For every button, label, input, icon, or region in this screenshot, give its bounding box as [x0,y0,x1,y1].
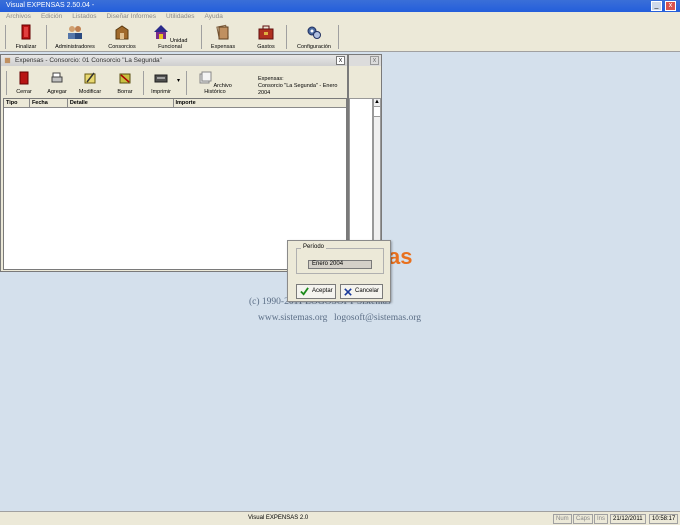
watermark-logo: as [388,244,413,269]
configuracion-button[interactable]: Configuración [296,24,332,50]
menu-bar: Archivos Edición Listados Diseñar Inform… [0,12,680,22]
expensas-window-close-button[interactable]: x [336,56,345,65]
menu-utilidades[interactable]: Utilidades [166,12,195,22]
watermark-email: logosoft@sistemas.org [334,313,421,323]
column-header-fecha[interactable]: Fecha [30,99,68,107]
finalizar-button[interactable]: Finalizar [14,24,38,50]
menu-disenar-informes[interactable]: Diseñar Informes [106,12,156,22]
expensas-grid-header: Tipo Fecha Detalle Importe [4,99,346,108]
expensas-info: Expensas: Consorcio "La Segunda" - Enero… [258,76,347,97]
toolbar-separator [46,25,47,49]
column-header-tipo[interactable]: Tipo [4,99,30,107]
toolbar-separator [5,25,6,49]
printer-icon [154,74,168,83]
cancelar-button[interactable]: Cancelar [340,284,383,299]
unidad-funcional-button[interactable]: Unidad Funcional [148,24,192,50]
building-icon [115,25,129,40]
app-title: Visual EXPENSAS 2.50.04 - [6,2,95,9]
menu-ayuda[interactable]: Ayuda [205,12,223,22]
column-header-importe[interactable]: Importe [174,99,346,107]
borrar-label: Borrar [117,89,133,95]
cerrar-button[interactable]: Cerrar [13,71,35,95]
administradores-button[interactable]: Administradores [54,24,96,50]
briefcase-icon [258,25,274,40]
cancelar-label: Cancelar [355,288,380,294]
gastos-button[interactable]: Gastos [255,24,277,50]
agregar-button[interactable]: Agregar [46,71,68,95]
scroll-up-arrow-icon[interactable]: ▲ [374,99,380,107]
imprimir-dropdown-icon[interactable]: ▾ [177,77,180,84]
close-button[interactable]: x [665,1,676,11]
toolbar-separator [186,71,187,95]
status-bar: Visual EXPENSAS 2.0 Num Caps Ins 21/12/2… [0,511,680,525]
menu-archivos[interactable]: Archivos [6,12,31,22]
expensas-info-value: Consorcio "La Segunda" - Enero 2004 [258,83,338,96]
aceptar-label: Aceptar [312,288,333,294]
papers-icon [216,24,229,40]
modificar-label: Modificar [78,89,102,95]
borrar-button[interactable]: Borrar [114,71,136,95]
periodo-input[interactable]: Enero 2004 [308,260,372,269]
main-toolbar: Finalizar Administradores Consorcios Uni… [0,22,680,52]
status-text: Visual EXPENSAS 2.0 [248,515,309,521]
expensas-window-title: Expensas - Consorcio: 01 Consorcio "La S… [15,57,162,64]
x-mark-icon [344,287,352,296]
printer-add-icon [51,72,63,83]
exit-door-icon [21,24,31,40]
consorcios-button[interactable]: Consorcios [106,24,138,50]
status-time: 10:58:17 [649,514,679,524]
menu-listados[interactable]: Listados [72,12,96,22]
toolbar-separator [201,25,202,49]
watermark-website: www.sistemas.org [258,313,328,323]
modificar-button[interactable]: Modificar [77,71,103,95]
consorcios-label: Consorcios [108,44,136,50]
delete-icon [119,73,131,84]
archive-icon [199,71,212,84]
agregar-label: Agregar [47,89,67,95]
cerrar-label: Cerrar [16,89,32,95]
toolbar-separator [286,25,287,49]
expensas-window-titlebar: Expensas - Consorcio: 01 Consorcio "La S… [1,55,347,66]
status-caps: Caps [573,514,594,524]
toolbar-separator [338,25,339,49]
gears-icon [307,26,321,39]
house-icon [153,25,168,39]
aceptar-button[interactable]: Aceptar [296,284,336,299]
imprimir-label: Imprimir [151,89,171,95]
window-icon [4,57,11,64]
expensas-label: Expensas [210,44,236,50]
finalizar-label: Finalizar [15,44,37,50]
expensas-button[interactable]: Expensas [210,24,236,50]
periodo-group: Período Enero 2004 [296,244,384,274]
checkmark-icon [300,287,309,296]
door-icon [19,71,29,85]
scroll-thumb[interactable] [374,107,380,117]
app-title-bar: Visual EXPENSAS 2.50.04 - _ x [0,0,680,12]
periodo-dialog: Período Enero 2004 Aceptar Cancelar [287,240,391,302]
status-date: 21/12/2011 [610,514,646,524]
status-num: Num [553,514,572,524]
column-header-detalle[interactable]: Detalle [68,99,174,107]
edit-icon [84,72,96,84]
secondary-window-titlebar: x [349,55,381,66]
periodo-label: Período [301,244,327,250]
toolbar-separator [6,71,7,95]
configuracion-label: Configuración [297,44,331,50]
toolbar-separator [143,71,144,95]
menu-edicion[interactable]: Edición [41,12,62,22]
users-icon [68,26,82,39]
archivo-historico-button[interactable]: Archivo Histórico [192,71,238,95]
status-ins: Ins [594,514,609,524]
gastos-label: Gastos [257,44,275,50]
imprimir-button[interactable]: Imprimir [149,71,173,95]
secondary-window-close-button[interactable]: x [370,56,379,65]
administradores-label: Administradores [55,44,95,50]
minimize-button[interactable]: _ [651,1,662,11]
expensas-info-title: Expensas: [258,76,284,82]
